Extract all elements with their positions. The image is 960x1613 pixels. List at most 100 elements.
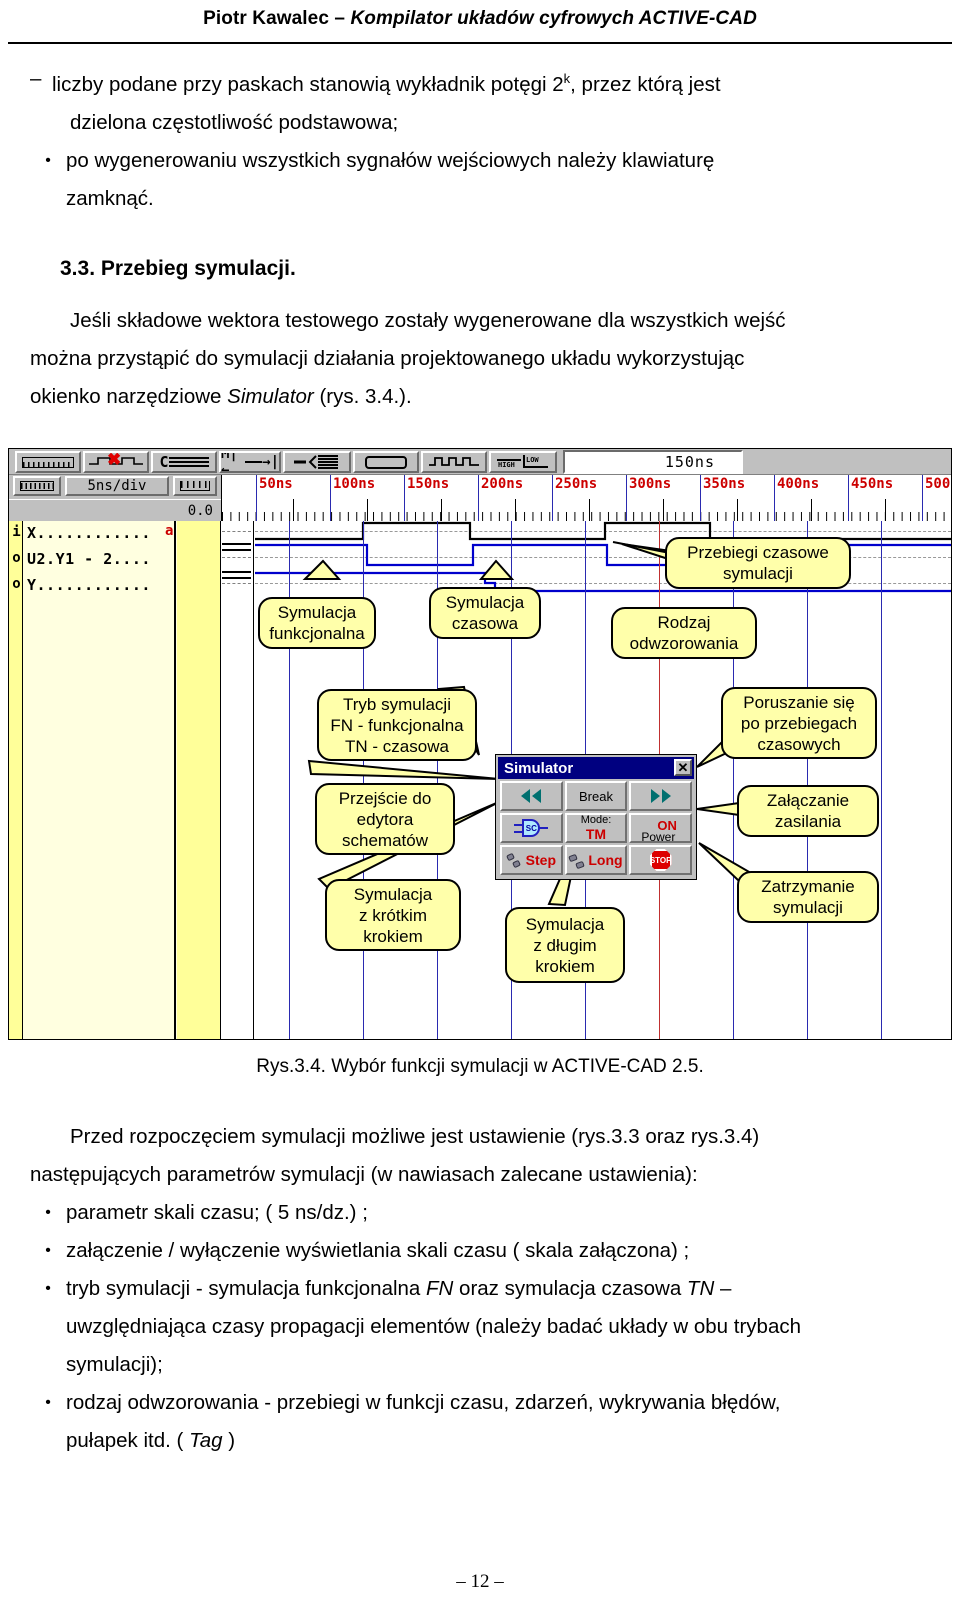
callout-zalaczanie-line-2: zasilania bbox=[774, 812, 842, 831]
running-head-dash: – bbox=[334, 8, 351, 29]
callout-rodzaj-line-2: odwzorowania bbox=[629, 634, 739, 653]
page-number: – 12 – bbox=[456, 1571, 504, 1592]
intro-line-1-tail: , przez którą jest bbox=[570, 72, 721, 96]
long-button[interactable]: Long bbox=[564, 845, 628, 875]
callout-poruszanie-line-1: Poruszanie się bbox=[743, 692, 855, 712]
after-b4-b: ) bbox=[222, 1429, 236, 1452]
step-label: Step bbox=[525, 852, 556, 868]
callout-przejscie-line-2: edytora bbox=[356, 809, 414, 829]
after-bullet-3-line-3: symulacji); bbox=[66, 1353, 163, 1376]
running-head-author: Piotr Kawalec bbox=[203, 8, 335, 29]
bullet-glyph-2: • bbox=[45, 1242, 51, 1259]
section-para-line-3: okienko narzędziowe Simulator (rys. 3.4.… bbox=[30, 378, 938, 416]
running-head: Piotr Kawalec – Kompilator układów cyfro… bbox=[0, 0, 960, 30]
intro-line-1: liczby podane przy paskach stanowią wykł… bbox=[52, 60, 938, 104]
callout-krotki-line-2: z krótkim bbox=[358, 905, 427, 925]
bullet-glyph-4: • bbox=[45, 1394, 51, 1411]
after-bullet-2-text: załączenie / wyłączenie wyświetlania ska… bbox=[66, 1239, 690, 1262]
callout-symulacja-funkcjonalna: Symulacja funkcjonalna bbox=[258, 597, 376, 649]
simulator-titlebar[interactable]: Simulator ✕ bbox=[498, 757, 694, 779]
rewind-button[interactable] bbox=[500, 781, 563, 811]
callout-rodzaj-odwzorowania: Rodzaj odwzorowania bbox=[611, 607, 757, 659]
simulator-dialog[interactable]: Simulator ✕ Break SC Mode: TM ON Power S… bbox=[496, 755, 696, 879]
callout-tryb-line-3: TN - czasowa bbox=[345, 736, 449, 756]
leader-sym-czasowa bbox=[478, 559, 515, 580]
simulator-title-text: Simulator bbox=[504, 759, 574, 777]
callout-poruszanie-line-2: po przebiegach bbox=[740, 713, 858, 733]
intro-block: – liczby podane przy paskach stanowią wy… bbox=[30, 60, 938, 218]
schematic-gate-icon: SC bbox=[514, 818, 549, 838]
section-para-line-2: można przystąpić do symulacji działania … bbox=[30, 347, 745, 370]
running-head-title: Kompilator układów cyfrowych ACTIVE-CAD bbox=[350, 8, 757, 29]
callout-tryb-line-1: Tryb symulacji bbox=[342, 694, 451, 714]
break-button[interactable]: Break bbox=[564, 781, 628, 811]
section-title: Przebieg symulacji. bbox=[100, 257, 296, 280]
footprint-icon bbox=[505, 852, 523, 869]
section-block: 3.3. Przebieg symulacji. Jeśli składowe … bbox=[30, 250, 938, 416]
callout-dlugi-line-1: Symulacja bbox=[525, 914, 605, 934]
callout-krotki-line-1: Symulacja bbox=[353, 884, 433, 904]
callout-sym-funk-line-1: Symulacja bbox=[277, 603, 357, 622]
power-button[interactable]: ON Power bbox=[629, 813, 692, 843]
callout-dlugi-line-3: krokiem bbox=[535, 956, 595, 976]
bullet-glyph-3: • bbox=[45, 1280, 51, 1297]
after-bullet-1-text: parametr skali czasu; ( 5 ns/dz.) ; bbox=[66, 1201, 368, 1224]
simulator-button-grid: Break SC Mode: TM ON Power Step Long STO… bbox=[500, 781, 692, 875]
callout-krotki-line-3: krokiem bbox=[363, 926, 423, 946]
sc-gate-label: SC bbox=[522, 819, 541, 837]
callout-przebiegi-line-2: symulacji bbox=[723, 564, 793, 583]
tn-token: TN bbox=[686, 1277, 715, 1300]
callout-rodzaj-line-1: Rodzaj bbox=[657, 613, 711, 632]
section-para-line-3-b: (rys. 3.4.). bbox=[313, 385, 412, 408]
figure-simulator-screenshot: ✖ C M|← →| HIGH LOW 150ns 5ns/div 0.0 50… bbox=[8, 448, 952, 1040]
callout-zalaczanie-line-1: Załączanie bbox=[766, 791, 850, 810]
triangle-right-icon-2 bbox=[661, 789, 671, 803]
header-divider bbox=[8, 42, 952, 44]
after-b4-a: pułapek itd. ( bbox=[66, 1429, 190, 1452]
section-heading: 3.3. Przebieg symulacji. bbox=[30, 250, 938, 288]
after-para-line-1: Przed rozpoczęciem symulacji możliwe jes… bbox=[70, 1125, 760, 1148]
callout-przebiegi-line-1: Przebiegi czasowe bbox=[687, 543, 829, 562]
callout-symulacja-dlugi-krok: Symulacja z długim krokiem bbox=[505, 907, 625, 983]
after-bullet-3-line-1: tryb symulacji - symulacja funkcjonalna … bbox=[66, 1270, 938, 1308]
intro-bullet-1-line-1: po wygenerowaniu wszystkich sygnałów wej… bbox=[66, 148, 715, 172]
intro-bullet-1-line-2: zamknąć. bbox=[66, 186, 154, 210]
after-bullet-3: • tryb symulacji - symulacja funkcjonaln… bbox=[30, 1270, 938, 1384]
close-icon[interactable]: ✕ bbox=[674, 759, 692, 776]
long-label: Long bbox=[588, 852, 623, 868]
callout-tryb-line-2: FN - funkcjonalna bbox=[330, 715, 464, 735]
section-number: 3.3. bbox=[60, 257, 96, 280]
mode-button[interactable]: Mode: TM bbox=[564, 813, 628, 843]
after-bullet-2: • załączenie / wyłączenie wyświetlania s… bbox=[30, 1232, 938, 1270]
after-para-line-2: następujących parametrów symulacji (w na… bbox=[30, 1163, 698, 1186]
callout-sym-czas-line-1: Symulacja bbox=[445, 593, 525, 612]
after-bullet-1: • parametr skali czasu; ( 5 ns/dz.) ; bbox=[30, 1194, 938, 1232]
callout-przejscie-line-3: schematów bbox=[342, 830, 428, 850]
figure-caption: Rys.3.4. Wybór funkcji symulacji w ACTIV… bbox=[256, 1056, 704, 1077]
after-b3-c: – bbox=[714, 1277, 732, 1300]
after-bullet-4-line-1: rodzaj odwzorowania - przebiegi w funkcj… bbox=[66, 1391, 781, 1414]
fn-token: FN bbox=[426, 1277, 454, 1300]
section-para-line-1: Jeśli składowe wektora testowego zostały… bbox=[70, 309, 786, 332]
bullet-glyph: • bbox=[45, 151, 51, 169]
after-block: Przed rozpoczęciem symulacji możliwe jes… bbox=[30, 1118, 938, 1460]
step-button[interactable]: Step bbox=[500, 845, 563, 875]
after-bullet-3-line-2: uwzględniająca czasy propagacji elementó… bbox=[66, 1315, 801, 1338]
forward-button[interactable] bbox=[629, 781, 692, 811]
stop-button[interactable]: STOP bbox=[629, 845, 692, 875]
stop-sign-icon: STOP bbox=[649, 849, 672, 871]
intro-bullet-1: • po wygenerowaniu wszystkich sygnałów w… bbox=[30, 142, 938, 218]
callout-zatrzymanie-line-2: symulacji bbox=[773, 898, 843, 917]
simulator-word: Simulator bbox=[227, 385, 314, 408]
callout-zatrzymanie-symulacji: Zatrzymanie symulacji bbox=[737, 871, 879, 923]
callout-dlugi-line-2: z długim bbox=[533, 935, 597, 955]
schematic-editor-button[interactable]: SC bbox=[500, 813, 563, 843]
callout-sym-funk-line-2: funkcjonalna bbox=[269, 624, 365, 643]
leader-sym-funkcjonalna bbox=[302, 559, 342, 580]
callout-sym-czas-line-2: czasowa bbox=[451, 614, 519, 633]
power-label: Power bbox=[641, 830, 676, 843]
callout-przejscie-do-edytora: Przejście do edytora schematów bbox=[315, 783, 455, 855]
mode-label: Mode: bbox=[580, 814, 612, 826]
dash-marker: – bbox=[30, 67, 42, 90]
after-b3-b: oraz symulacja czasowa bbox=[453, 1277, 687, 1300]
